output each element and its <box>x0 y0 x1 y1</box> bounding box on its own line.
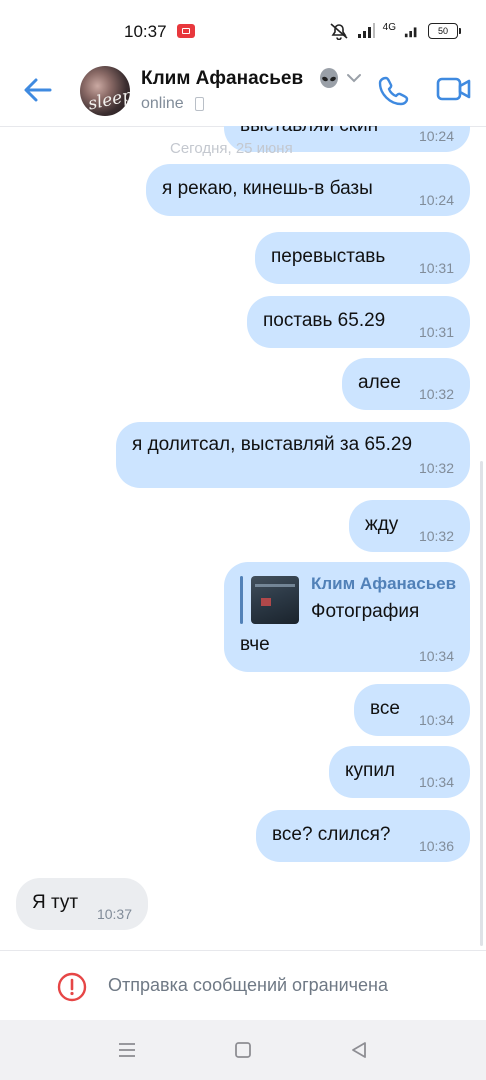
message-bubble[interactable]: все? слился? 10:36 <box>256 810 470 862</box>
phone-icon[interactable] <box>378 74 410 106</box>
mute-icon <box>330 23 348 40</box>
message-time: 10:32 <box>418 460 454 476</box>
message-time: 10:24 <box>418 192 454 208</box>
message-list[interactable]: выставляи скин 10:24 Сегодня, 25 июня я … <box>0 126 486 950</box>
message-bubble-with-reply[interactable]: Клим Афанасьев Фотография вче 10:34 <box>224 562 470 672</box>
home-icon[interactable] <box>231 1038 255 1062</box>
message-text: все? слился? <box>272 824 391 845</box>
video-camera-icon[interactable] <box>436 74 472 104</box>
date-separator: Сегодня, 25 июня <box>170 140 293 157</box>
message-bubble-incoming[interactable]: Я тут 10:37 <box>16 878 148 930</box>
message-bubble[interactable]: я долитсал, выставляй за 65.29 10:32 <box>116 422 470 488</box>
message-bubble[interactable]: перевыставь 10:31 <box>255 232 470 284</box>
message-text: я рекаю, кинешь-в базы <box>162 178 373 199</box>
alert-circle-icon <box>57 972 87 1002</box>
message-time: 10:37 <box>96 906 132 922</box>
restriction-text: Отправка сообщений ограничена <box>108 975 388 995</box>
message-time: 10:34 <box>418 712 454 728</box>
message-bubble[interactable]: жду 10:32 <box>349 500 470 552</box>
screen-record-icon <box>177 24 195 38</box>
scrollbar[interactable] <box>480 461 483 946</box>
message-text: перевыставь <box>271 246 386 267</box>
restriction-banner: Отправка сообщений ограничена <box>0 950 486 1021</box>
signal-icon <box>357 23 375 38</box>
message-text: я долитсал, выставляй за 65.29 <box>132 434 413 455</box>
wifi-icon <box>404 27 417 38</box>
message-bubble[interactable]: поставь 65.29 10:31 <box>247 296 470 348</box>
reply-photo-thumbnail <box>251 576 299 624</box>
status-time: 10:37 <box>124 22 167 41</box>
back-arrow-icon[interactable] <box>20 74 56 106</box>
avatar-text: sleep <box>86 85 130 115</box>
message-time: 10:36 <box>418 838 454 854</box>
status-bar: 10:37 4G 50 <box>0 0 486 60</box>
message-text: купил <box>345 760 396 781</box>
avatar[interactable]: sleep <box>80 66 130 116</box>
online-status: online <box>141 95 184 112</box>
status-icons: 4G 50 <box>329 20 461 42</box>
message-time: 10:32 <box>418 528 454 544</box>
reply-bar <box>240 576 243 624</box>
message-bubble[interactable]: алее 10:32 <box>342 358 470 410</box>
reply-snippet: Фотография <box>311 601 420 622</box>
chat-header: sleep Клим Афанасьев online <box>0 60 486 127</box>
message-text: вче <box>240 634 270 655</box>
message-text: Я тут <box>32 892 79 913</box>
message-time: 10:31 <box>418 260 454 276</box>
message-time: 10:32 <box>418 386 454 402</box>
alien-emoji-icon <box>320 68 338 88</box>
system-navigation-bar <box>0 1020 486 1080</box>
network-label: 4G <box>382 21 396 33</box>
message-time: 10:34 <box>418 774 454 790</box>
message-time: 10:24 <box>418 128 454 144</box>
message-text: поставь 65.29 <box>263 310 386 331</box>
chevron-down-icon[interactable] <box>346 72 362 84</box>
message-text: выставляи скин <box>240 126 378 137</box>
message-text: жду <box>365 514 399 535</box>
mobile-device-icon <box>195 97 204 111</box>
message-bubble[interactable]: все 10:34 <box>354 684 470 736</box>
message-bubble[interactable]: я рекаю, кинешь-в базы 10:24 <box>146 164 470 216</box>
battery-icon: 50 <box>428 23 461 39</box>
message-text: все <box>370 698 400 719</box>
menu-icon[interactable] <box>115 1038 139 1062</box>
message-bubble[interactable]: купил 10:34 <box>329 746 470 798</box>
contact-name[interactable]: Клим Афанасьев <box>141 68 311 90</box>
message-text: алее <box>358 372 401 393</box>
reply-author: Клим Афанасьев <box>311 574 457 593</box>
back-icon[interactable] <box>347 1038 371 1062</box>
message-time: 10:31 <box>418 324 454 340</box>
message-time: 10:34 <box>418 648 454 664</box>
